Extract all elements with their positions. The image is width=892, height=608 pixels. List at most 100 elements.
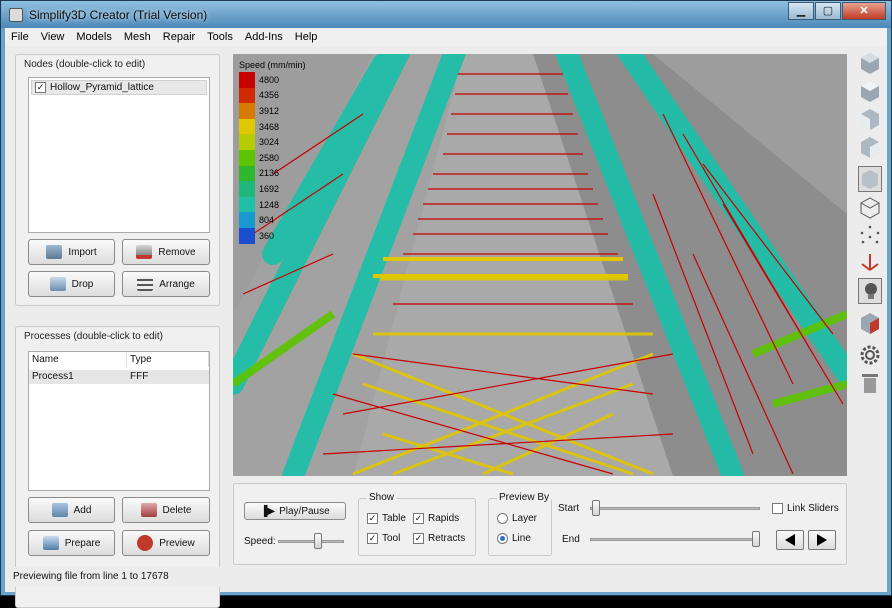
arrange-button-label: Arrange	[159, 278, 195, 290]
rapids-checkbox[interactable]: ✓	[413, 513, 424, 524]
menu-mesh[interactable]: Mesh	[118, 31, 157, 43]
speed-slider-track[interactable]	[278, 540, 344, 543]
legend-value: 1248	[259, 199, 280, 210]
menu-tools[interactable]: Tools	[201, 31, 239, 43]
remove-button[interactable]: Remove	[122, 239, 210, 265]
cross-section-icon[interactable]	[858, 310, 882, 336]
start-label: Start	[558, 503, 580, 514]
show-tool-option[interactable]: ✓ Tool	[367, 533, 400, 544]
legend-entry: 4800	[239, 72, 306, 88]
menu-add-ins[interactable]: Add-Ins	[239, 31, 289, 43]
layer-label: Layer	[512, 513, 538, 524]
legend-entry: 804	[239, 212, 306, 228]
legend-swatch	[239, 134, 255, 150]
legend-swatch	[239, 227, 255, 244]
wireframe-view-icon[interactable]	[858, 194, 882, 220]
tool-checkbox[interactable]: ✓	[367, 533, 378, 544]
legend-entry: 3468	[239, 118, 306, 135]
nodes-list[interactable]: ✓ Hollow_Pyramid_lattice	[28, 77, 210, 233]
table-checkbox[interactable]: ✓	[367, 513, 378, 524]
import-button[interactable]: Import	[28, 239, 115, 265]
menu-models[interactable]: Models	[70, 31, 117, 43]
start-slider-track[interactable]	[590, 507, 760, 510]
menu-file[interactable]: File	[5, 31, 35, 43]
play-pause-label: Play/Pause	[279, 505, 330, 517]
start-slider-thumb[interactable]	[592, 500, 600, 516]
status-bar: Previewing file from line 1 to 17678	[5, 567, 887, 587]
show-group-title: Show	[367, 492, 397, 503]
preview-by-layer-option[interactable]: Layer	[497, 513, 537, 524]
stop-sign-icon	[137, 535, 154, 551]
preview-controls: ▐▶ Play/Pause Speed: Show ✓ Table ✓ Rapi…	[233, 483, 847, 565]
view-side-icon[interactable]	[858, 134, 882, 160]
legend-swatch	[239, 196, 255, 213]
legend-swatch	[239, 72, 255, 88]
table-row[interactable]: Process1 FFF	[29, 370, 209, 384]
menu-help[interactable]: Help	[289, 31, 324, 43]
settings-gear-icon[interactable]	[858, 342, 882, 368]
column-header-type[interactable]: Type	[127, 352, 209, 367]
retracts-label: Retracts	[428, 533, 466, 544]
close-button[interactable]: ✕	[842, 2, 886, 20]
solid-view-icon[interactable]	[858, 166, 882, 192]
minimize-button[interactable]: ▁	[788, 2, 814, 20]
end-slider-thumb[interactable]	[752, 531, 760, 547]
view-toolbar	[855, 50, 885, 398]
remove-button-label: Remove	[158, 246, 196, 258]
legend-value: 1692	[259, 183, 280, 194]
preview-button[interactable]: Preview	[122, 530, 210, 556]
show-retracts-option[interactable]: ✓ Retracts	[413, 533, 465, 544]
speed-label: Speed:	[244, 536, 276, 547]
speed-slider-thumb[interactable]	[314, 533, 322, 549]
legend-entry: 2136	[239, 165, 306, 182]
link-sliders-checkbox[interactable]	[772, 503, 783, 514]
view-front-icon[interactable]	[858, 106, 882, 132]
end-slider-track[interactable]	[590, 538, 760, 541]
menu-repair[interactable]: Repair	[157, 31, 201, 43]
3d-preview-viewport[interactable]: Speed (mm/min) 4800 4356 3912 3468 3024 2580 2…	[233, 54, 847, 476]
column-header-name[interactable]: Name	[29, 352, 127, 367]
node-item[interactable]: ✓ Hollow_Pyramid_lattice	[31, 80, 207, 95]
maximize-button[interactable]: ▢	[815, 2, 841, 20]
preview-button-label: Preview	[159, 537, 195, 549]
show-table-option[interactable]: ✓ Table	[367, 513, 406, 524]
view-top-icon[interactable]	[858, 78, 882, 104]
node-item-label: Hollow_Pyramid_lattice	[50, 82, 154, 93]
add-process-button[interactable]: Add	[28, 497, 115, 523]
node-visibility-checkbox[interactable]: ✓	[35, 82, 46, 93]
menu-view[interactable]: View	[35, 31, 71, 43]
preview-by-group: Preview By Layer Line	[488, 492, 552, 556]
line-radio[interactable]	[497, 533, 508, 544]
legend-value: 3024	[259, 137, 280, 148]
menu-bar: File View Models Mesh Repair Tools Add-I…	[5, 28, 887, 46]
axes-icon[interactable]	[858, 250, 882, 276]
link-sliders-option[interactable]: Link Sliders	[772, 503, 839, 514]
step-back-button[interactable]	[776, 530, 804, 550]
processes-table[interactable]: Name Type Process1 FFF	[28, 351, 210, 491]
delete-button-label: Delete	[162, 504, 192, 516]
arrow-right-icon	[817, 534, 827, 546]
speed-legend: Speed (mm/min) 4800 4356 3912 3468 3024 2580 2…	[239, 60, 306, 244]
legend-value: 804	[259, 215, 275, 226]
trash-icon[interactable]	[858, 370, 882, 396]
view-iso-icon[interactable]	[858, 50, 882, 76]
arrange-button[interactable]: Arrange	[122, 271, 210, 297]
processes-panel: Processes (double-click to edit) Name Ty…	[15, 326, 220, 608]
show-group: Show ✓ Table ✓ Rapids ✓ Tool ✓ Retracts	[358, 492, 476, 556]
delete-process-button[interactable]: Delete	[122, 497, 210, 523]
layer-radio[interactable]	[497, 513, 508, 524]
lightbulb-icon[interactable]	[858, 278, 882, 304]
legend-title: Speed (mm/min)	[239, 60, 306, 70]
point-view-icon[interactable]	[858, 222, 882, 248]
prepare-button[interactable]: Prepare	[28, 530, 115, 556]
prepare-icon	[42, 536, 59, 550]
show-rapids-option[interactable]: ✓ Rapids	[413, 513, 459, 524]
legend-value: 3468	[259, 121, 280, 132]
title-bar: Simplify3D Creator (Trial Version) ▁ ▢ ✕	[1, 1, 891, 28]
drop-button[interactable]: Drop	[28, 271, 115, 297]
play-pause-button[interactable]: ▐▶ Play/Pause	[244, 502, 346, 520]
retracts-checkbox[interactable]: ✓	[413, 533, 424, 544]
preview-by-line-option[interactable]: Line	[497, 533, 531, 544]
prepare-button-label: Prepare	[64, 537, 101, 549]
step-forward-button[interactable]	[808, 530, 836, 550]
